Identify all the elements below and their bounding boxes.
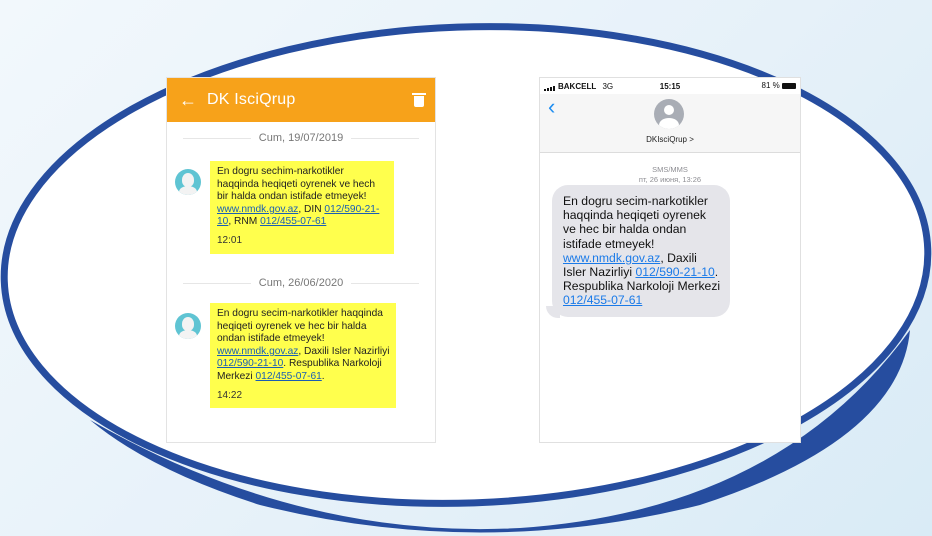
- message-text: En dogru sechim-narkotikler haqqinda heq…: [217, 166, 376, 203]
- android-app-bar: ← DK IsciQrup: [167, 78, 435, 122]
- website-link[interactable]: www.nmdk.gov.az: [217, 204, 298, 215]
- battery-icon: [782, 82, 796, 89]
- phone-link[interactable]: 012/455-07-61: [260, 216, 326, 227]
- phone-link[interactable]: 012/455-07-61: [563, 293, 642, 307]
- status-bar: BAKCELL 3G 15:15 81 %: [540, 78, 800, 94]
- message-type: SMS/MMS: [652, 165, 688, 174]
- avatar: [175, 313, 201, 339]
- message-timestamp: пт, 26 июня, 13:26: [638, 175, 702, 184]
- phone-link[interactable]: 012/590-21-10: [635, 265, 714, 279]
- date-label: Cum, 26/06/2020: [250, 277, 352, 289]
- message-text: En dogru secim-narkotikler haqqinda heqi…: [563, 194, 708, 251]
- website-link[interactable]: www.nmdk.gov.az: [217, 346, 298, 357]
- date-label: Cum, 19/07/2019: [250, 132, 352, 144]
- arrow-left-icon[interactable]: ←: [179, 91, 197, 109]
- message-text: , DIN: [298, 203, 322, 215]
- contact-avatar-icon[interactable]: [654, 99, 684, 129]
- message-text: , RNM: [228, 216, 258, 228]
- battery-percent: 81 %: [761, 81, 780, 90]
- contact-name[interactable]: DKIsciQrup >: [540, 135, 800, 144]
- phone-link[interactable]: 012/455-07-61: [256, 371, 322, 382]
- message-time: 12:01: [217, 234, 243, 246]
- sms-bubble: En dogru sechim-narkotikler haqqinda heq…: [210, 161, 394, 254]
- android-sms-screen: ← DK IsciQrup Cum, 19/07/2019 En dogru s…: [166, 77, 436, 443]
- imessage-bubble: En dogru secim-narkotikler haqqinda heqi…: [552, 185, 730, 317]
- date-separator: Cum, 26/06/2020: [167, 277, 435, 289]
- trash-icon[interactable]: [412, 93, 426, 107]
- message-text: .: [321, 370, 325, 382]
- ios-sms-screen: BAKCELL 3G 15:15 81 % ‹ DKIsciQrup > SMS…: [539, 77, 801, 443]
- message-text: , Daxili Isler Nazirliyi: [298, 345, 390, 357]
- website-link[interactable]: www.nmdk.gov.az: [563, 251, 660, 265]
- sms-bubble: En dogru secim-narkotikler haqqinda heqi…: [210, 303, 396, 409]
- message-time: 14:22: [217, 389, 243, 401]
- avatar: [175, 169, 201, 195]
- chevron-left-icon[interactable]: ‹: [548, 96, 555, 118]
- message-text: En dogru secim-narkotikler haqqinda heqi…: [217, 308, 383, 345]
- phone-link[interactable]: 012/590-21-10: [217, 358, 283, 369]
- battery-status: 81 %: [762, 81, 796, 90]
- date-separator: Cum, 19/07/2019: [167, 132, 435, 144]
- message-meta: SMS/MMS пт, 26 июня, 13:26: [540, 165, 800, 185]
- conversation-title: DK IsciQrup: [207, 91, 296, 108]
- conversation-header: ‹ DKIsciQrup >: [540, 94, 800, 153]
